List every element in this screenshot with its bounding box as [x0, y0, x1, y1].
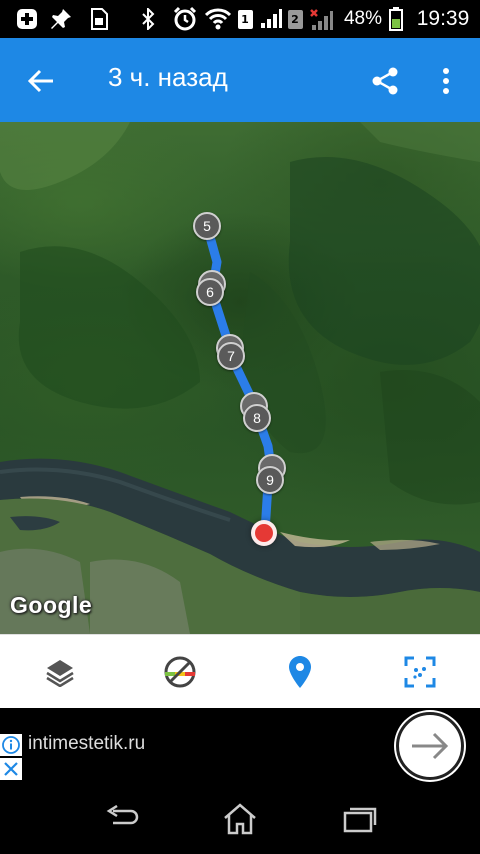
map-action-bar — [0, 634, 480, 708]
app-toolbar: 3 ч. назад — [0, 38, 480, 122]
map-terrain — [0, 122, 480, 634]
bluetooth-icon — [138, 0, 158, 38]
ad-banner[interactable]: intimestetik.ru — [0, 708, 480, 784]
speed-limit-icon — [164, 656, 196, 688]
medical-plus-icon — [14, 0, 40, 38]
wifi-icon — [204, 0, 232, 38]
location-pin-icon — [289, 656, 311, 688]
sim2-badge: 2 — [287, 9, 303, 29]
back-icon — [106, 805, 139, 825]
share-button[interactable] — [362, 58, 408, 104]
battery-percent: 48% — [340, 0, 386, 38]
sim2-indicator: 2 — [286, 0, 304, 38]
clock-text: 19:39 — [416, 7, 470, 30]
pin-push-icon — [48, 0, 74, 38]
more-options-button[interactable] — [428, 58, 464, 104]
route-marker-6[interactable]: 6 — [196, 278, 224, 306]
back-button[interactable] — [18, 58, 64, 104]
arrow-forward-icon — [412, 732, 449, 760]
no-signal-icon — [306, 0, 336, 38]
speed-filter-button[interactable] — [155, 647, 205, 697]
battery-percent-text: 48% — [343, 8, 383, 29]
route-marker-8[interactable]: 8 — [243, 404, 271, 432]
route-marker-7[interactable]: 7 — [217, 342, 245, 370]
sim1-indicator: 1 — [236, 0, 254, 38]
current-location-pin[interactable] — [251, 520, 277, 546]
more-vert-icon — [443, 68, 449, 94]
recent-apps-icon — [343, 807, 377, 833]
nav-recents-button[interactable] — [340, 800, 380, 838]
nav-home-button[interactable] — [220, 800, 260, 838]
ad-info-icon[interactable] — [0, 734, 22, 756]
alarm-icon — [170, 0, 200, 38]
layers-button[interactable] — [35, 647, 85, 697]
home-icon — [224, 803, 256, 835]
route-marker-5[interactable]: 5 — [193, 212, 221, 240]
fit-bounds-button[interactable] — [395, 647, 445, 697]
route-marker-9[interactable]: 9 — [256, 466, 284, 494]
page-title: 3 ч. назад — [108, 62, 228, 92]
satellite-map[interactable]: 5 6 7 8 9 Google — [0, 122, 480, 634]
nav-back-button[interactable] — [101, 800, 141, 838]
signal-strength-icon — [258, 0, 284, 38]
location-button[interactable] — [275, 647, 325, 697]
status-bar: 1 2 48% 19:39 — [0, 0, 480, 38]
google-logo: Google — [10, 592, 93, 618]
layers-icon — [46, 660, 74, 687]
ad-open-button[interactable] — [396, 712, 464, 780]
sim-card-icon — [88, 0, 110, 38]
ad-text[interactable]: intimestetik.ru — [28, 733, 145, 755]
fit-bounds-icon — [404, 656, 436, 688]
ad-close-icon[interactable] — [0, 758, 22, 780]
sim1-badge: 1 — [237, 9, 253, 29]
arrow-back-icon — [27, 69, 53, 93]
clock: 19:39 — [410, 0, 476, 38]
system-nav-bar — [0, 784, 480, 854]
share-icon — [372, 67, 398, 95]
battery-icon — [386, 0, 406, 38]
